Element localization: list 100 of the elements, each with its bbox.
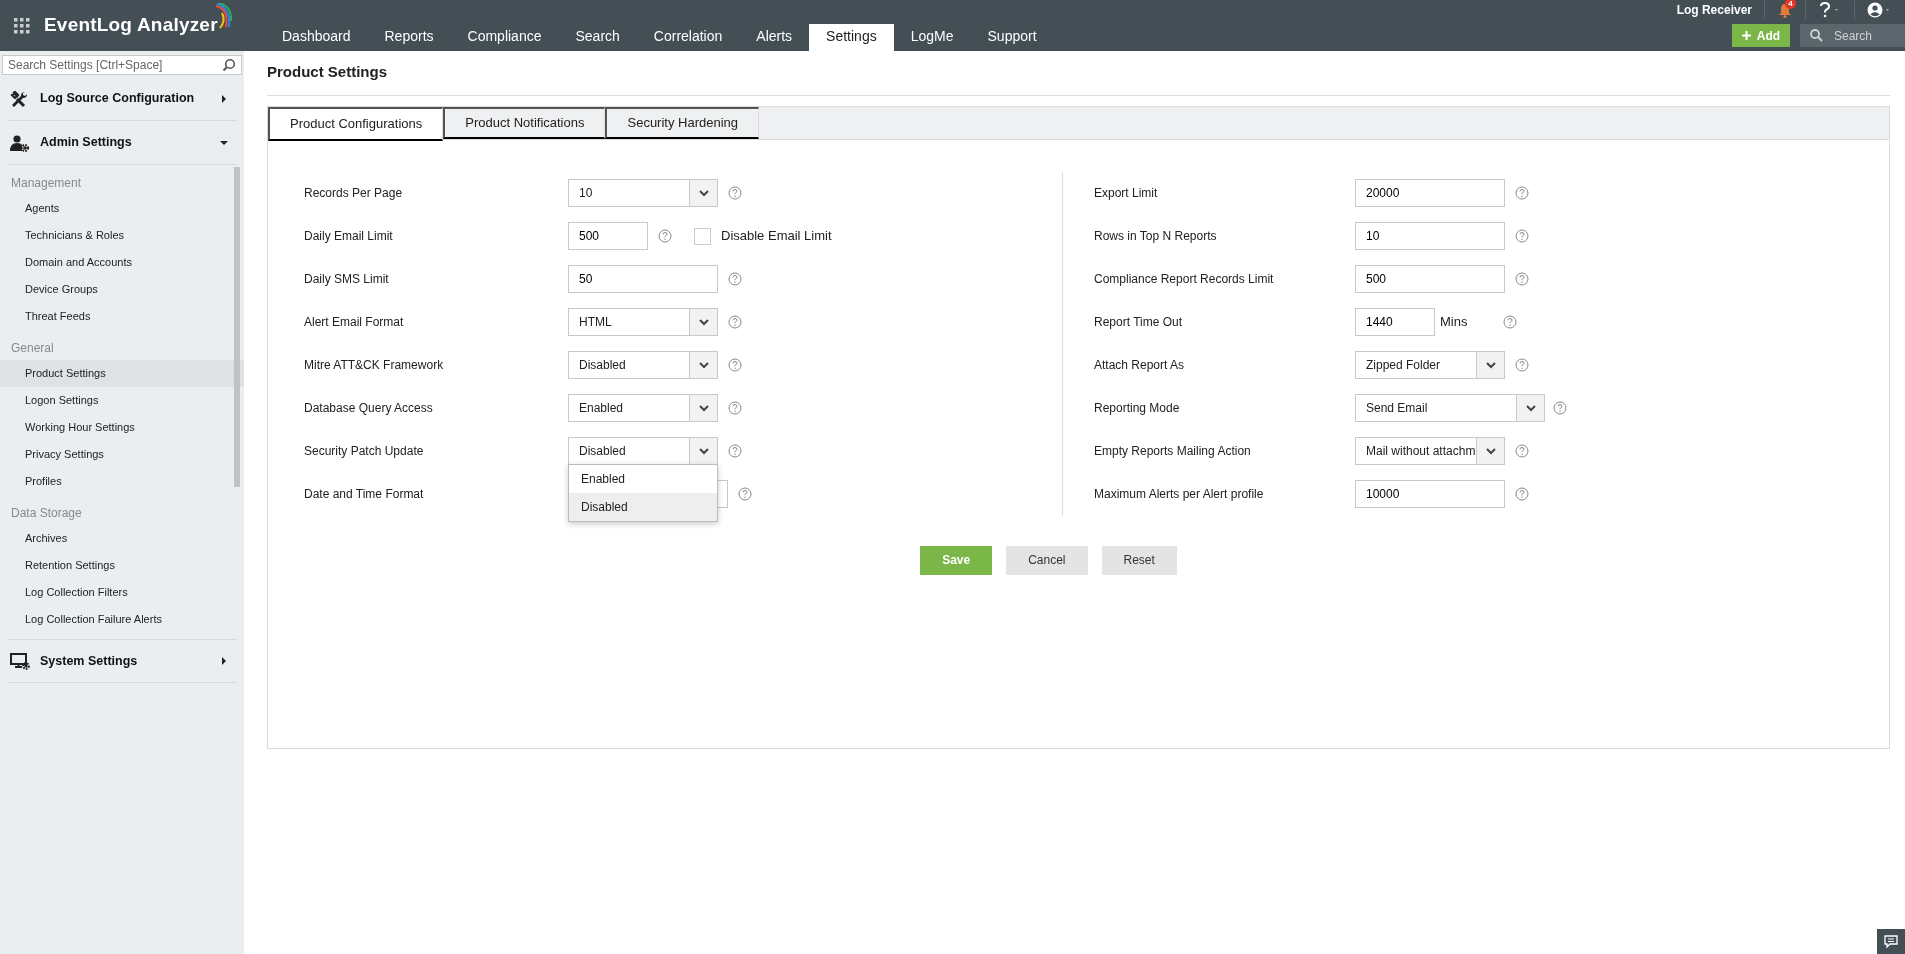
help-icon[interactable] [1553, 401, 1567, 415]
sidebar-item[interactable]: Profiles [0, 468, 234, 495]
sidebar-item[interactable]: Retention Settings [0, 552, 234, 579]
chevron-down-icon [1523, 402, 1538, 414]
input-field[interactable]: 50 [568, 265, 718, 293]
checkbox[interactable] [694, 227, 711, 245]
nav-tab[interactable]: Compliance [450, 24, 559, 51]
help-icon[interactable] [1515, 444, 1529, 458]
help-icon[interactable] [1515, 358, 1529, 372]
app-grid-icon[interactable] [14, 17, 30, 34]
sidebar-item[interactable]: Domain and Accounts [0, 249, 234, 276]
dropdown-field[interactable]: Disabled [568, 437, 718, 465]
help-icon[interactable] [728, 186, 742, 200]
help-icon[interactable] [728, 444, 742, 458]
field-label: Reporting Mode [1094, 400, 1181, 417]
help-icon[interactable] [658, 229, 672, 243]
settings-search-field[interactable]: Search Settings [Ctrl+Space] [2, 55, 242, 75]
field-label: Export Limit [1094, 185, 1159, 202]
nav-tab[interactable]: Support [970, 24, 1054, 51]
input-field[interactable]: 500 [1355, 265, 1505, 293]
search-field[interactable]: Search [1800, 24, 1905, 47]
input-field[interactable]: 1440 [1355, 308, 1435, 336]
search-icon [222, 58, 236, 72]
chevron-down-icon [696, 187, 711, 199]
nav-tab[interactable]: Correlation [636, 24, 740, 51]
help-icon[interactable] [728, 315, 742, 329]
field-label: Date and Time Format [304, 486, 425, 503]
sidebar-item[interactable]: Log Collection Failure Alerts [0, 606, 234, 633]
nav-tab[interactable]: Search [558, 24, 637, 51]
sidebar-item[interactable]: Threat Feeds [0, 303, 234, 330]
nav-tab[interactable]: Dashboard [265, 24, 368, 51]
sidebar-item[interactable]: Archives [0, 525, 234, 552]
sidebar-item[interactable]: Logon Settings [0, 387, 234, 414]
field-label: Database Query Access [304, 400, 434, 417]
input-field[interactable]: 10000 [1355, 480, 1505, 508]
sidebar-section[interactable]: Log Source Configuration [7, 77, 237, 121]
help-icon[interactable] [728, 358, 742, 372]
help-icon[interactable] [1515, 272, 1529, 286]
unit-label: Mins [1440, 313, 1468, 332]
action-button[interactable]: Reset [1101, 545, 1177, 575]
help-icon[interactable] [1515, 186, 1529, 200]
field-label: Empty Reports Mailing Action [1094, 443, 1252, 460]
field-label: Report Time Out [1094, 314, 1184, 331]
help-icon[interactable] [1515, 487, 1529, 501]
search-icon [1810, 29, 1823, 42]
nav-tab[interactable]: LogMe [893, 24, 971, 51]
chat-button[interactable] [1877, 929, 1905, 954]
field-label: Daily Email Limit [304, 228, 394, 245]
group-heading: Data Storage [10, 505, 83, 522]
chevron-down-icon [1483, 445, 1498, 457]
user-gear-icon [10, 133, 30, 152]
caret-right-icon [219, 93, 229, 104]
dropdown-field[interactable]: Send Email [1355, 394, 1545, 422]
page-tab[interactable]: Security Hardening [605, 106, 760, 139]
sidebar-item[interactable]: Working Hour Settings [0, 414, 234, 441]
dropdown-field[interactable]: 10 [568, 179, 718, 207]
log-receiver-link[interactable]: Log Receiver [1664, 1, 1764, 19]
sidebar-section[interactable]: System Settings [7, 639, 237, 683]
tools-icon [10, 89, 30, 108]
chevron-down-icon [1483, 359, 1498, 371]
scrollbar[interactable] [234, 167, 240, 487]
help-icon[interactable] [1515, 229, 1529, 243]
chevron-down-icon [696, 316, 711, 328]
input-field[interactable]: 500 [568, 222, 648, 250]
sidebar-section[interactable]: Admin Settings [7, 121, 237, 165]
page-tab[interactable]: Product Configurations [268, 106, 444, 141]
help-icon[interactable] [1503, 315, 1518, 329]
sidebar-item[interactable]: Technicians & Roles [0, 222, 234, 249]
input-field[interactable]: 10 [1355, 222, 1505, 250]
sidebar-item[interactable]: Agents [0, 195, 234, 222]
chevron-down-icon [696, 445, 711, 457]
help-icon[interactable] [728, 272, 742, 286]
sidebar-item[interactable]: Privacy Settings [0, 441, 234, 468]
nav-tab[interactable]: Reports [367, 24, 451, 51]
field-label: Records Per Page [304, 185, 404, 202]
dropdown-field[interactable]: Zipped Folder [1355, 351, 1505, 379]
help-icon[interactable] [728, 401, 742, 415]
field-label: Security Patch Update [304, 443, 425, 460]
notification-badge: 4 [1785, 0, 1796, 9]
group-heading: Management [10, 175, 83, 192]
dropdown-option[interactable]: Disabled [569, 493, 717, 521]
dropdown-option[interactable]: Enabled [569, 465, 717, 493]
dropdown-field[interactable]: HTML [568, 308, 718, 336]
chevron-down-icon [696, 402, 711, 414]
dropdown-field[interactable]: Enabled [568, 394, 718, 422]
sidebar-item[interactable]: Product Settings [0, 360, 244, 387]
plus-icon [1741, 31, 1751, 40]
group-heading: General [10, 340, 55, 357]
help-icon[interactable] [738, 487, 752, 501]
action-button[interactable]: Cancel [1006, 545, 1088, 575]
dropdown-field[interactable]: Disabled [568, 351, 718, 379]
input-field[interactable]: 20000 [1355, 179, 1505, 207]
page-tab[interactable]: Product Notifications [443, 106, 606, 139]
nav-tab[interactable]: Settings [809, 24, 894, 51]
field-label: Attach Report As [1094, 357, 1186, 374]
field-label: Rows in Top N Reports [1094, 228, 1218, 245]
sidebar-item[interactable]: Device Groups [0, 276, 234, 303]
nav-tab[interactable]: Alerts [739, 24, 810, 51]
sidebar-item[interactable]: Log Collection Filters [0, 579, 234, 606]
dropdown-field[interactable]: Mail without attachm [1355, 437, 1505, 465]
